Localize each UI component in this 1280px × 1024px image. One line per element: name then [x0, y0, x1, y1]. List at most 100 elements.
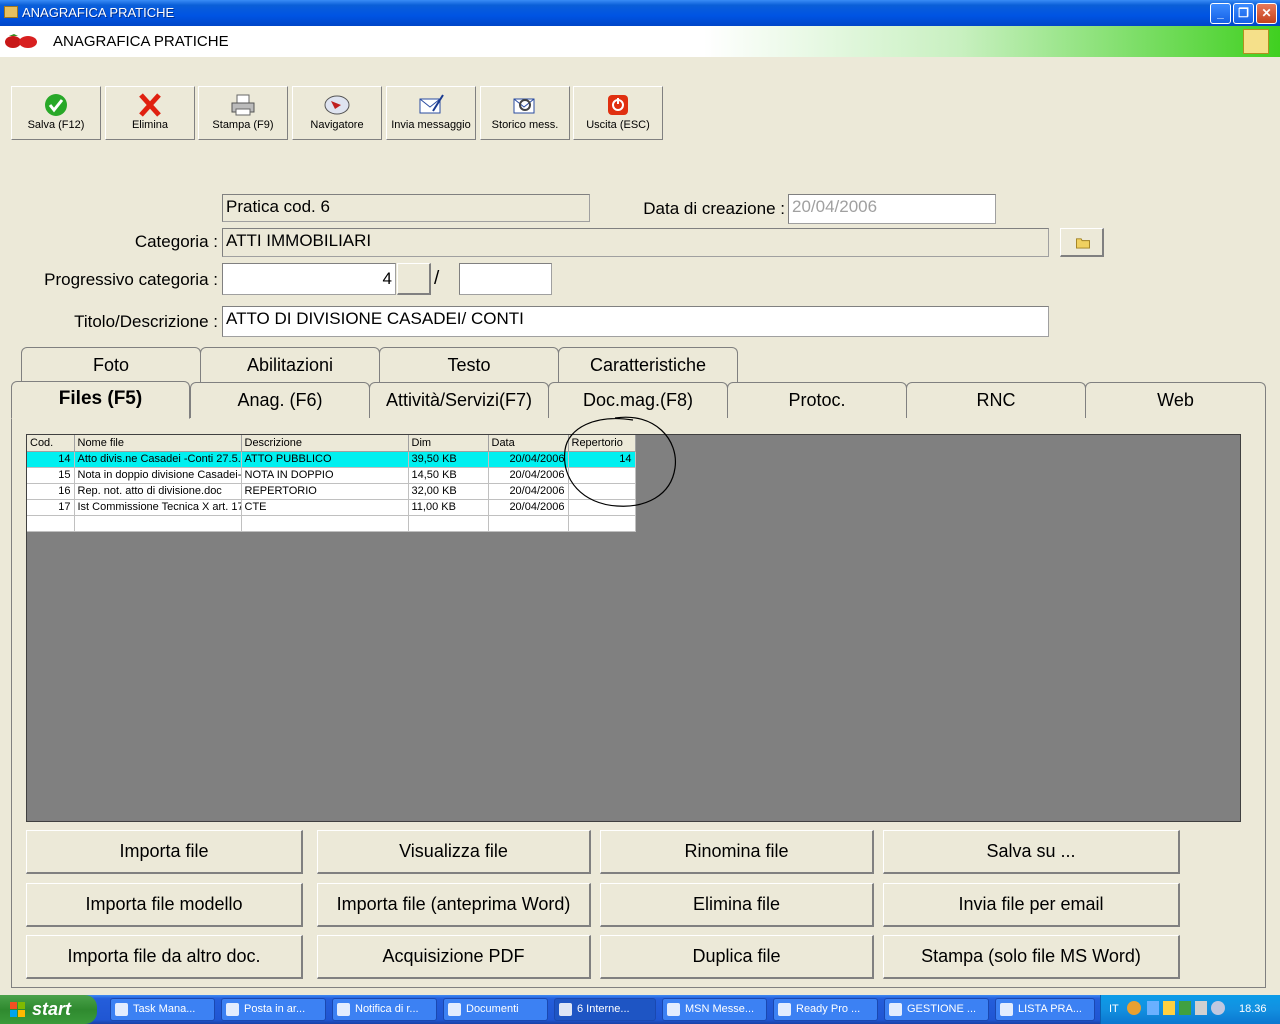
- volume-icon[interactable]: [1195, 1001, 1207, 1015]
- strawberry-icon: [778, 1003, 791, 1016]
- cell-cod: 14: [27, 451, 75, 468]
- categoria-field[interactable]: ATTI IMMOBILIARI: [222, 228, 1049, 257]
- taskbar-item-notifica[interactable]: Notifica di r...: [332, 998, 437, 1021]
- tab-foto[interactable]: Foto: [21, 347, 201, 383]
- titolo-field[interactable]: ATTO DI DIVISIONE CASADEI/ CONTI: [222, 306, 1049, 337]
- window-title-bar[interactable]: ANAGRAFICA PRATICHE _ ❐ ✕: [0, 0, 1280, 26]
- stampa-solo-word-button[interactable]: Stampa (solo file MS Word): [883, 935, 1180, 979]
- categoria-label: Categoria :: [134, 232, 218, 251]
- progressivo-suffix-field[interactable]: [459, 263, 552, 295]
- language-indicator[interactable]: IT: [1109, 1003, 1119, 1015]
- table-row[interactable]: 17 Ist Commissione Tecnica X art. 17 CTE…: [27, 499, 636, 516]
- visualizza-file-button[interactable]: Visualizza file: [317, 830, 591, 874]
- progressivo-button[interactable]: [397, 263, 431, 295]
- clock-app-icon[interactable]: [1163, 1001, 1175, 1015]
- data-creazione-field[interactable]: 20/04/2006: [788, 194, 996, 224]
- system-tray: IT 18.36: [1100, 995, 1280, 1024]
- cell-dim: 39,50 KB: [408, 451, 489, 468]
- taskbar-item-posta[interactable]: Posta in ar...: [221, 998, 326, 1021]
- salva-button[interactable]: Salva (F12): [11, 86, 101, 140]
- tab-protoc[interactable]: Protoc.: [727, 382, 907, 418]
- taskbar-item-msn[interactable]: MSN Messe...: [662, 998, 767, 1021]
- tab-testo[interactable]: Testo: [379, 347, 559, 383]
- progressivo-label: Progressivo categoria :: [44, 270, 218, 289]
- tab-caratteristiche[interactable]: Caratteristiche: [558, 347, 738, 383]
- elimina-file-button[interactable]: Elimina file: [600, 883, 874, 927]
- cell-nome-file: [74, 515, 242, 532]
- cell-cod: [27, 515, 75, 532]
- taskbar-item-internet[interactable]: 6 Interne...: [554, 998, 656, 1021]
- importa-file-modello-button[interactable]: Importa file modello: [26, 883, 303, 927]
- folder-icon: [1000, 1003, 1013, 1016]
- taskbar-item-task-manager[interactable]: Task Mana...: [110, 998, 215, 1021]
- circle-annotation: [563, 416, 677, 507]
- maximize-button[interactable]: ❐: [1233, 3, 1254, 24]
- taskbar-item-gestione[interactable]: GESTIONE ...: [884, 998, 989, 1021]
- network-icon[interactable]: [1147, 1001, 1159, 1015]
- cell-dim: 32,00 KB: [408, 483, 489, 500]
- taskbar-item-lista-pra[interactable]: LISTA PRA...: [995, 998, 1095, 1021]
- cell-data: [488, 515, 569, 532]
- titolo-label: Titolo/Descrizione :: [74, 312, 218, 331]
- mail-icon: [889, 1003, 902, 1016]
- close-button[interactable]: ✕: [1256, 3, 1277, 24]
- taskbar-item-ready-pro[interactable]: Ready Pro ...: [773, 998, 878, 1021]
- salva-su-button[interactable]: Salva su ...: [883, 830, 1180, 874]
- table-row[interactable]: 15 Nota in doppio divisione Casadei-Co N…: [27, 467, 636, 484]
- acquisizione-pdf-button[interactable]: Acquisizione PDF: [317, 935, 591, 979]
- app-tray-icon[interactable]: [1179, 1001, 1191, 1015]
- tab-abilitazioni[interactable]: Abilitazioni: [200, 347, 380, 383]
- mail-search-icon: [513, 98, 535, 114]
- importa-file-altro-doc-button[interactable]: Importa file da altro doc.: [26, 935, 303, 979]
- strawberry-logo-icon: [5, 34, 37, 48]
- invia-file-email-button[interactable]: Invia file per email: [883, 883, 1180, 927]
- start-label: start: [32, 999, 72, 1019]
- tab-files[interactable]: Files (F5): [11, 381, 190, 419]
- progressivo-separator: /: [434, 268, 440, 289]
- duplica-file-button[interactable]: Duplica file: [600, 935, 874, 979]
- importa-file-button[interactable]: Importa file: [26, 830, 303, 874]
- tab-attivita-servizi[interactable]: Attività/Servizi(F7): [369, 382, 549, 418]
- clock[interactable]: 18.36: [1239, 1003, 1267, 1015]
- col-header-nome-file[interactable]: Nome file: [74, 435, 242, 452]
- windows-flag-icon: [10, 1002, 25, 1017]
- categoria-browse-button[interactable]: [1060, 228, 1104, 257]
- check-icon: [45, 94, 67, 116]
- printer-icon: [231, 94, 255, 116]
- tab-rnc[interactable]: RNC: [906, 382, 1086, 418]
- book-icon[interactable]: [1243, 29, 1269, 54]
- navigatore-button[interactable]: Navigatore: [292, 86, 382, 140]
- messenger-tray-icon[interactable]: [1211, 1001, 1225, 1015]
- cell-descrizione: [241, 515, 409, 532]
- folder-icon: [448, 1003, 461, 1016]
- tab-anag[interactable]: Anag. (F6): [190, 382, 370, 418]
- invia-messaggio-button[interactable]: Invia messaggio: [386, 86, 476, 140]
- files-grid[interactable]: Cod. Nome file Descrizione Dim Data Repe…: [27, 435, 636, 532]
- start-button[interactable]: start: [0, 995, 97, 1024]
- col-header-descrizione[interactable]: Descrizione: [241, 435, 409, 452]
- tray-expand-icon[interactable]: [1127, 1001, 1141, 1015]
- mail-icon: [337, 1003, 350, 1016]
- delete-x-icon: [139, 93, 161, 117]
- rinomina-file-button[interactable]: Rinomina file: [600, 830, 874, 874]
- app-header: ANAGRAFICA PRATICHE: [0, 26, 1280, 57]
- table-row[interactable]: 16 Rep. not. atto di divisione.doc REPER…: [27, 483, 636, 500]
- compass-icon: [324, 95, 350, 115]
- uscita-button[interactable]: Uscita (ESC): [573, 86, 663, 140]
- progressivo-field[interactable]: 4: [222, 263, 396, 295]
- storico-mess-button[interactable]: Storico mess.: [480, 86, 570, 140]
- col-header-cod[interactable]: Cod.: [27, 435, 75, 452]
- importa-file-anteprima-word-button[interactable]: Importa file (anteprima Word): [317, 883, 591, 927]
- minimize-button[interactable]: _: [1210, 3, 1231, 24]
- task-manager-icon: [115, 1003, 128, 1016]
- salva-label: Salva (F12): [27, 119, 85, 131]
- table-row[interactable]: 14 Atto divis.ne Casadei -Conti 27.5.0 A…: [27, 451, 636, 468]
- cell-descrizione: CTE: [241, 499, 409, 516]
- taskbar-item-documenti[interactable]: Documenti: [443, 998, 548, 1021]
- stampa-button[interactable]: Stampa (F9): [198, 86, 288, 140]
- col-header-dim[interactable]: Dim: [408, 435, 489, 452]
- grid-header-row: Cod. Nome file Descrizione Dim Data Repe…: [27, 435, 636, 452]
- tab-web[interactable]: Web: [1085, 382, 1266, 418]
- elimina-button[interactable]: Elimina: [105, 86, 195, 140]
- table-row[interactable]: [27, 515, 636, 532]
